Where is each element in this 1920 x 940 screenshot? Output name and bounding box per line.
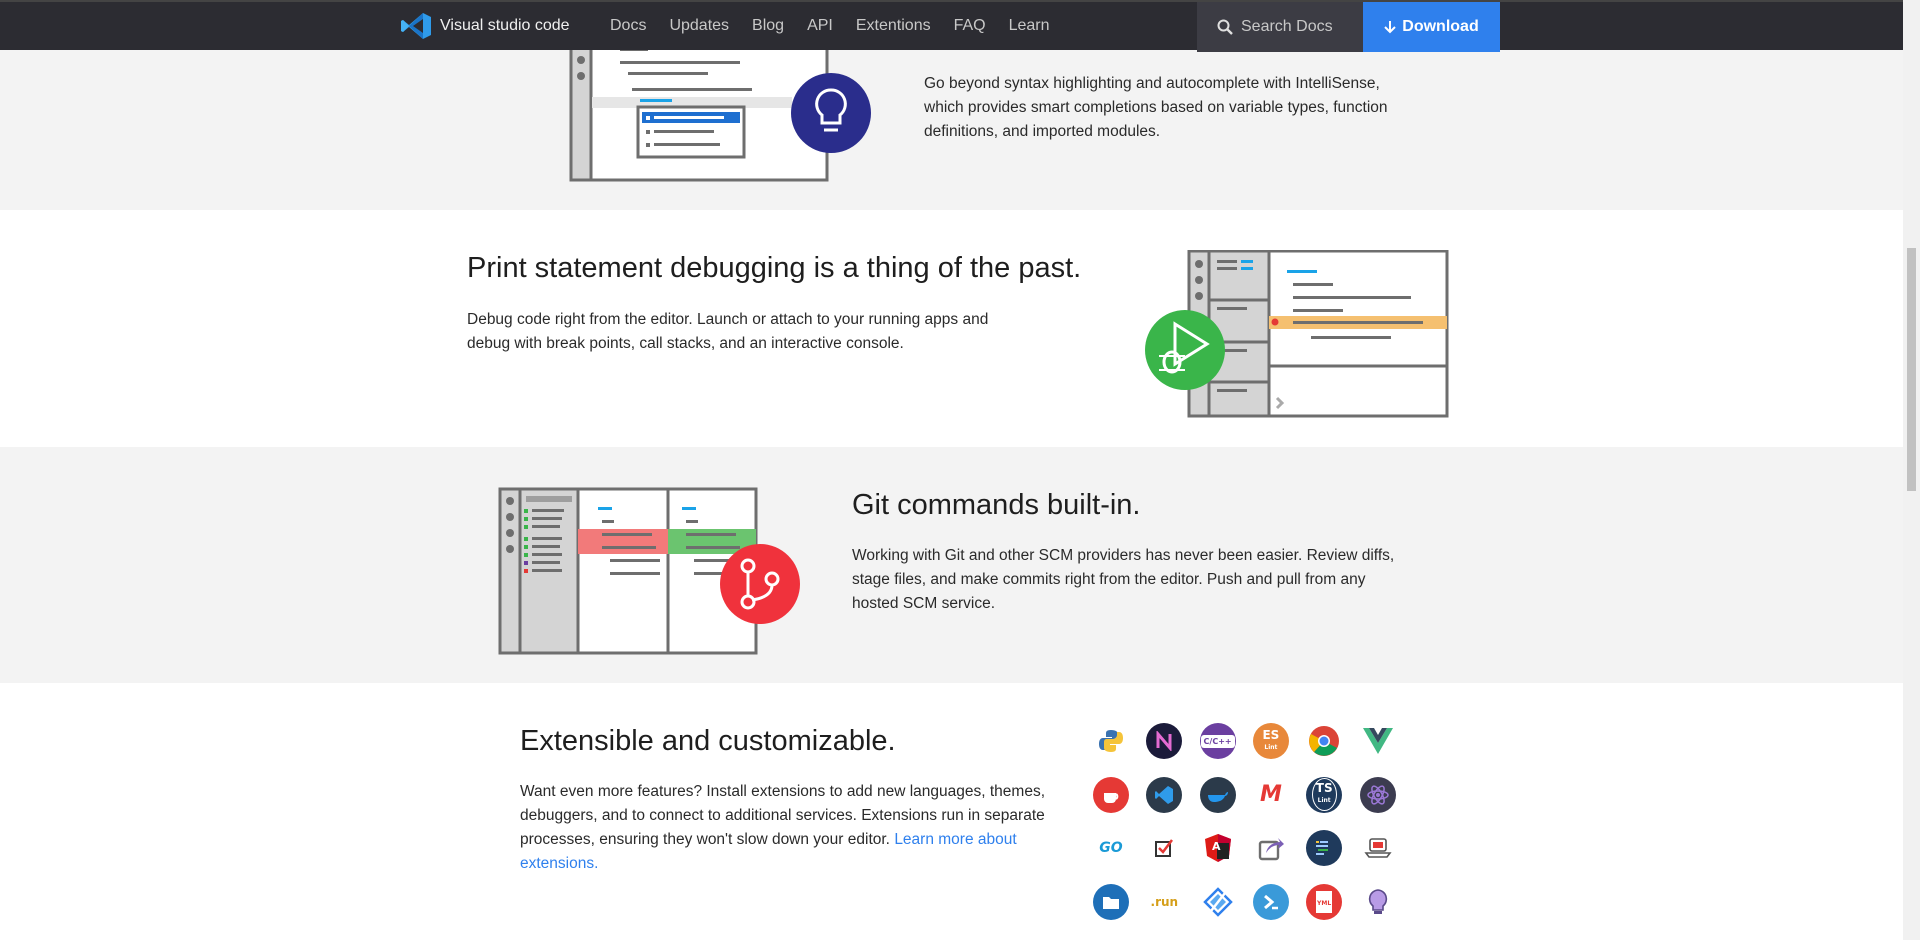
download-label: Download [1402, 18, 1479, 35]
git-section: Git commands built-in. Working with Git … [0, 447, 1903, 683]
search-label: Search Docs [1241, 18, 1333, 35]
debugging-illustration [1145, 250, 1449, 418]
powershell-icon [1252, 883, 1289, 920]
brand[interactable]: Visual studio code [400, 11, 570, 41]
nav-link-blog[interactable]: Blog [752, 17, 784, 35]
nav-links: Docs Updates Blog API Extentions FAQ Lea… [610, 2, 1073, 50]
nav-link-updates[interactable]: Updates [669, 17, 729, 35]
search-docs-button[interactable]: Search Docs [1197, 2, 1363, 52]
extensions-title: Extensible and customizable. [520, 725, 896, 757]
git-title: Git commands built-in. [852, 489, 1141, 521]
sublime-icon [1306, 830, 1343, 866]
go-icon: GO [1093, 830, 1129, 866]
cpp-icon: C/C++ [1199, 723, 1236, 759]
nav-link-api[interactable]: API [807, 17, 833, 35]
java-icon [1093, 776, 1129, 813]
vue-icon [1359, 723, 1396, 759]
intellisense-body: Go beyond syntax highlighting and autoco… [924, 75, 1388, 140]
git-body: Working with Git and other SCM providers… [852, 547, 1395, 612]
tslint-icon: TS Lint [1306, 776, 1343, 813]
git-illustration [498, 487, 800, 655]
extensions-body: Want even more features? Install extensi… [520, 780, 1065, 876]
docker-icon [1199, 776, 1236, 813]
diamond-icon [1199, 883, 1236, 920]
nav-link-extensions[interactable]: Extentions [856, 17, 931, 35]
debugging-body: Debug code right from the editor. Launch… [467, 311, 989, 352]
eslint-icon: ES Lint [1252, 723, 1289, 759]
scrollbar-thumb[interactable] [1907, 248, 1916, 491]
python-icon [1093, 723, 1129, 759]
lightbulb-icon [1359, 883, 1396, 920]
chrome-icon [1306, 723, 1343, 759]
markdown-icon: M [1252, 776, 1289, 813]
nav-link-learn[interactable]: Learn [1009, 17, 1050, 35]
debugging-title: Print statement debugging is a thing of … [467, 252, 1082, 284]
intellisense-illustration [569, 40, 871, 182]
page-scrollbar[interactable] [1903, 0, 1920, 940]
extensions-section: Extensible and customizable. Want even m… [0, 683, 1903, 940]
nav-link-docs[interactable]: Docs [610, 17, 646, 35]
angular-icon: A [1199, 830, 1236, 866]
debugging-section: Print statement debugging is a thing of … [0, 210, 1903, 447]
nav-link-faq[interactable]: FAQ [954, 17, 986, 35]
folder-icon [1093, 883, 1129, 920]
top-navbar: Visual studio code Docs Updates Blog API… [0, 0, 1903, 52]
yaml-icon: YML [1306, 883, 1343, 920]
arrow-down-icon [1384, 21, 1396, 34]
vscode-logo-icon [401, 13, 431, 39]
run-icon: .run [1146, 883, 1183, 920]
vscode-icon [1146, 776, 1183, 813]
svg-text:YML: YML [1316, 900, 1331, 907]
download-button[interactable]: Download [1363, 2, 1500, 52]
brand-text: Visual studio code [440, 17, 570, 34]
search-icon [1217, 19, 1233, 35]
share-icon [1252, 830, 1289, 866]
svg-text:A: A [1212, 840, 1221, 853]
coffee-icon [1359, 830, 1396, 866]
atom-icon [1359, 776, 1396, 813]
